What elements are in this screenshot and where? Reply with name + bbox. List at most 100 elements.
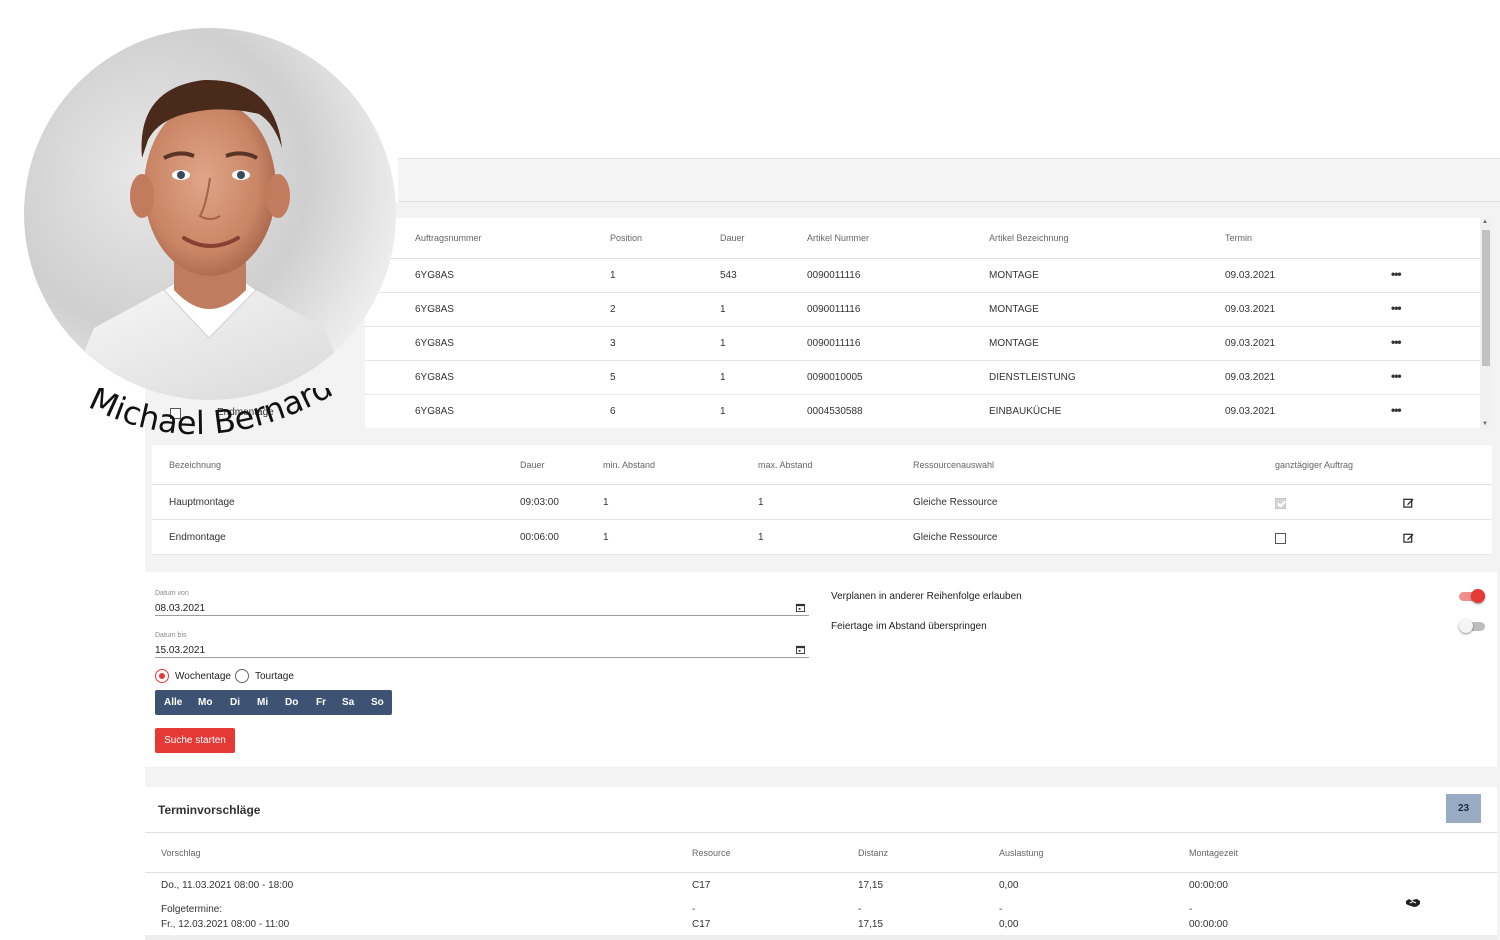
- feiertage-toggle[interactable]: [1459, 619, 1485, 633]
- wochentage-radio[interactable]: [155, 669, 169, 683]
- max-abstand-cell: 1: [758, 532, 764, 543]
- col-distanz: Distanz: [858, 848, 889, 858]
- more-horizontal-icon[interactable]: •••: [1391, 301, 1402, 315]
- bezeichnung-cell: MONTAGE: [989, 338, 1039, 349]
- distanz-cell: 17,15: [858, 880, 884, 891]
- vorschlag-cell: Do., 11.03.2021 08:00 - 18:00: [161, 880, 294, 891]
- dauer-cell: 1: [720, 406, 726, 417]
- artikel-nummer-cell: 0004530588: [807, 406, 863, 417]
- results-title: Terminvorschläge: [158, 803, 261, 817]
- portrait-photo: [24, 28, 396, 400]
- termin-cell: 09.03.2021: [1225, 304, 1276, 315]
- col-termin: Termin: [1225, 233, 1253, 243]
- dauer-cell: 1: [720, 338, 726, 349]
- wochentage-label: Wochentage: [175, 671, 231, 682]
- bezeichnung-cell: MONTAGE: [989, 270, 1039, 281]
- montagezeit-cell: 00:00:00: [1189, 919, 1228, 930]
- day-mo[interactable]: Mo: [198, 690, 212, 715]
- termin-cell: 09.03.2021: [1225, 372, 1276, 383]
- more-horizontal-icon[interactable]: •••: [1391, 267, 1402, 281]
- day-all[interactable]: Alle: [164, 690, 182, 715]
- day-fr[interactable]: Fr: [316, 690, 326, 715]
- col-auftragsnummer: Auftragsnummer: [415, 233, 482, 243]
- day-do[interactable]: Do: [285, 690, 298, 715]
- table-row[interactable]: 6YG8AS 1 543 0090011116 MONTAGE 09.03.20…: [365, 259, 1480, 293]
- auftrag-cell: 6YG8AS: [415, 406, 454, 417]
- search-panel: Datum von 08.03.2021 Datum bis 15.03.202…: [145, 572, 1497, 767]
- calendar-icon[interactable]: [796, 645, 805, 654]
- option-feiertage-label: Feiertage im Abstand überspringen: [831, 621, 987, 632]
- min-abstand-cell: 1: [603, 532, 609, 543]
- col-artikel-nummer: Artikel Nummer: [807, 233, 870, 243]
- bezeichnung-cell: DIENSTLEISTUNG: [989, 372, 1076, 383]
- results-panel: Terminvorschläge 23 Vorschlag Resource D…: [145, 787, 1497, 940]
- reihenfolge-toggle[interactable]: [1459, 589, 1485, 603]
- artikel-nummer-cell: 0090010005: [807, 372, 863, 383]
- placeholder-dash: -: [1189, 904, 1193, 915]
- dauer-cell: 543: [720, 270, 737, 281]
- search-button[interactable]: Suche starten: [155, 728, 235, 753]
- col-ressourcenauswahl: Ressourcenauswahl: [913, 460, 995, 470]
- svg-text:Michael Bernard: Michael Bernard: [84, 388, 339, 442]
- datum-von-label: Datum von: [155, 590, 189, 597]
- table-row[interactable]: 6YG8AS 5 1 0090010005 DIENSTLEISTUNG 09.…: [365, 361, 1480, 395]
- orders-scrollbar[interactable]: ▲ ▼: [1480, 218, 1492, 428]
- weekday-selector: Alle Mo Di Mi Do Fr Sa So: [155, 690, 392, 715]
- col-ganztaegig: ganztägiger Auftrag: [1275, 460, 1354, 470]
- day-sa[interactable]: Sa: [342, 690, 354, 715]
- calendar-icon[interactable]: [796, 603, 805, 612]
- ressource-cell: Gleiche Ressource: [913, 497, 998, 508]
- folgetermine-label: Folgetermine:: [161, 904, 223, 915]
- auslastung-cell: 0,00: [999, 880, 1019, 891]
- table-row[interactable]: 6YG8AS 3 1 0090011116 MONTAGE 09.03.2021…: [365, 327, 1480, 361]
- scroll-down-icon[interactable]: ▼: [1482, 421, 1488, 427]
- resource-cell: C17: [692, 919, 711, 930]
- auslastung-cell: 0,00: [999, 919, 1019, 930]
- day-so[interactable]: So: [371, 690, 384, 715]
- option-reihenfolge-label: Verplanen in anderer Reihenfolge erlaube…: [831, 591, 1022, 602]
- min-abstand-cell: 1: [603, 497, 609, 508]
- day-di[interactable]: Di: [230, 690, 240, 715]
- orders-table-header: Auftragsnummer Position Dauer Artikel Nu…: [365, 218, 1480, 259]
- col-min-abstand: min. Abstand: [603, 460, 656, 470]
- edit-icon[interactable]: [1403, 497, 1414, 508]
- more-horizontal-icon[interactable]: •••: [1391, 335, 1402, 349]
- table-row[interactable]: 6YG8AS 6 1 0004530588 EINBAUKÜCHE 09.03.…: [365, 395, 1480, 428]
- edit-icon[interactable]: [1403, 532, 1414, 543]
- ganztaegig-checkbox[interactable]: [1275, 533, 1286, 544]
- col-dauer: Dauer: [720, 233, 745, 243]
- datum-bis-value[interactable]: 15.03.2021: [155, 645, 205, 656]
- datum-von-field[interactable]: Datum von 08.03.2021: [155, 576, 809, 616]
- table-row[interactable]: Endmontage 00:06:00 1 1 Gleiche Ressourc…: [152, 520, 1492, 555]
- tourtage-radio[interactable]: [235, 669, 249, 683]
- auftrag-cell: 6YG8AS: [415, 338, 454, 349]
- resource-cell: C17: [692, 880, 711, 891]
- ganztaegig-checkbox[interactable]: [1275, 498, 1286, 509]
- scrollbar-thumb[interactable]: [1482, 230, 1490, 366]
- day-mi[interactable]: Mi: [257, 690, 268, 715]
- more-horizontal-icon[interactable]: •••: [1391, 369, 1402, 383]
- bezeichnung-cell: Hauptmontage: [169, 497, 235, 508]
- datum-von-value[interactable]: 08.03.2021: [155, 603, 205, 614]
- scroll-up-icon[interactable]: ▲: [1482, 219, 1488, 225]
- ressource-cell: Gleiche Ressource: [913, 532, 998, 543]
- montagezeit-cell: 00:00:00: [1189, 880, 1228, 891]
- orders-table: Auftragsnummer Position Dauer Artikel Nu…: [365, 218, 1492, 428]
- steps-table: Bezeichnung Dauer min. Abstand max. Abst…: [152, 445, 1492, 555]
- results-bottom-bar: [145, 935, 1497, 940]
- termin-cell: 09.03.2021: [1225, 270, 1276, 281]
- bezeichnung-cell: EINBAUKÜCHE: [989, 406, 1062, 417]
- results-header: Terminvorschläge 23: [145, 787, 1497, 833]
- handshake-icon[interactable]: [1406, 898, 1420, 908]
- dauer-cell: 1: [720, 304, 726, 315]
- datum-bis-field[interactable]: Datum bis 15.03.2021: [155, 618, 809, 658]
- table-row[interactable]: Hauptmontage 09:03:00 1 1 Gleiche Ressou…: [152, 485, 1492, 520]
- placeholder-dash: -: [858, 904, 862, 915]
- col-dauer: Dauer: [520, 460, 545, 470]
- more-horizontal-icon[interactable]: •••: [1391, 403, 1402, 417]
- top-toolbar-strip: [398, 158, 1500, 202]
- max-abstand-cell: 1: [758, 497, 764, 508]
- termin-cell: 09.03.2021: [1225, 338, 1276, 349]
- table-row[interactable]: 6YG8AS 2 1 0090011116 MONTAGE 09.03.2021…: [365, 293, 1480, 327]
- position-cell: 1: [610, 270, 616, 281]
